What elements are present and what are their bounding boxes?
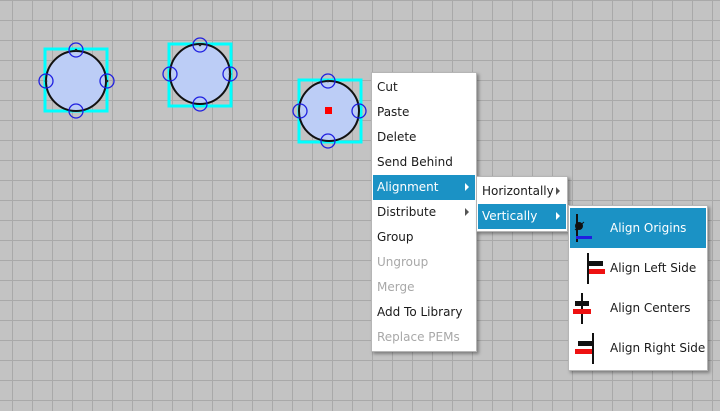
menu-item-label: Cut	[377, 80, 398, 94]
menu-item-label: Horizontally	[482, 184, 554, 198]
menu-item-label: Send Behind	[377, 155, 453, 169]
menu-item-label: Vertically	[482, 209, 538, 223]
menu-item-label: Align Centers	[610, 301, 691, 315]
menu-item-label: Align Right Side	[610, 341, 706, 355]
menu-item-label: Merge	[377, 280, 415, 294]
menu-item-label: Group	[377, 230, 414, 244]
menu-item-align-origins[interactable]: Align Origins	[570, 208, 706, 248]
menu-item-align-left-side[interactable]: Align Left Side	[570, 248, 706, 288]
menu-item-distribute[interactable]: Distribute	[373, 200, 475, 225]
align-centers-icon	[573, 293, 591, 324]
origin-marker	[325, 107, 332, 114]
vertical-align-submenu: Align Origins Align Left Side Align Cent…	[568, 205, 708, 371]
align-left-side-icon	[587, 253, 605, 284]
menu-item-align-centers[interactable]: Align Centers	[570, 288, 706, 328]
menu-item-label: Alignment	[377, 180, 439, 194]
align-right-side-icon	[575, 333, 594, 364]
menu-item-cut[interactable]: Cut	[373, 75, 475, 100]
menu-item-label: Align Origins	[610, 221, 687, 235]
circle-body	[45, 50, 107, 112]
menu-item-label: Ungroup	[377, 255, 429, 269]
submenu-arrow-icon	[465, 183, 469, 191]
circle-shape-2[interactable]	[162, 37, 242, 117]
menu-item-horizontally[interactable]: Horizontally	[478, 179, 566, 204]
menu-item-ungroup: Ungroup	[373, 250, 475, 275]
alignment-submenu: Horizontally Vertically	[476, 176, 568, 232]
align-origins-icon	[574, 214, 592, 242]
menu-item-label: Replace PEMs	[377, 330, 460, 344]
context-menu: Cut Paste Delete Send Behind Alignment D…	[371, 72, 477, 352]
submenu-arrow-icon	[465, 208, 469, 216]
submenu-arrow-icon	[556, 212, 560, 220]
menu-item-alignment[interactable]: Alignment	[373, 175, 475, 200]
menu-item-group[interactable]: Group	[373, 225, 475, 250]
menu-item-label: Align Left Side	[610, 261, 697, 275]
menu-item-vertically[interactable]: Vertically	[478, 204, 566, 229]
menu-item-send-behind[interactable]: Send Behind	[373, 150, 475, 175]
menu-item-replace-pems: Replace PEMs	[373, 325, 475, 350]
menu-item-paste[interactable]: Paste	[373, 100, 475, 125]
menu-item-label: Delete	[377, 130, 417, 144]
menu-item-label: Paste	[377, 105, 410, 119]
circle-body	[169, 43, 231, 105]
menu-item-align-right-side[interactable]: Align Right Side	[570, 328, 706, 368]
menu-item-delete[interactable]: Delete	[373, 125, 475, 150]
menu-item-label: Add To Library	[377, 305, 463, 319]
menu-item-add-to-library[interactable]: Add To Library	[373, 300, 475, 325]
submenu-arrow-icon	[556, 187, 560, 195]
circle-shape-1[interactable]	[38, 42, 118, 122]
circle-shape-3[interactable]	[292, 73, 372, 153]
menu-item-merge: Merge	[373, 275, 475, 300]
menu-item-label: Distribute	[377, 205, 437, 219]
